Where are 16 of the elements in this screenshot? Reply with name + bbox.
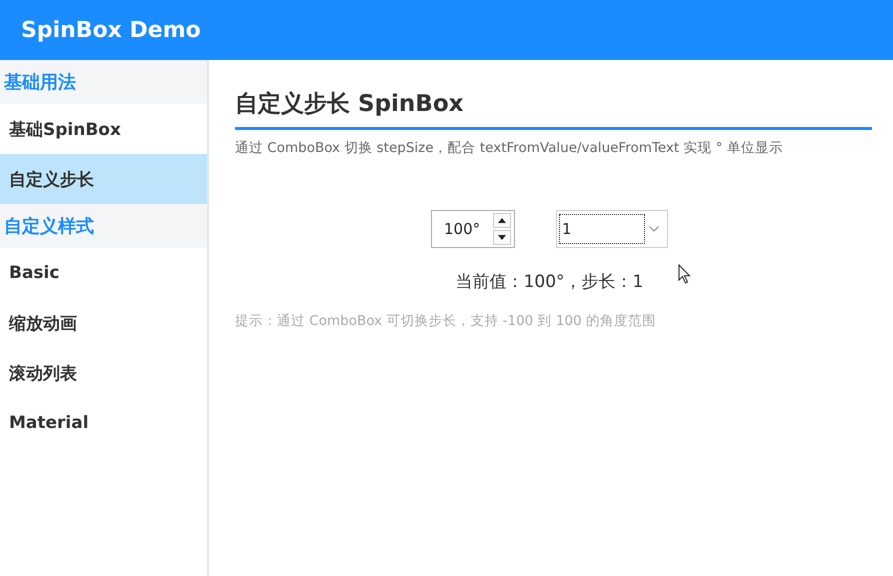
increment-button[interactable]	[493, 213, 511, 228]
step-combo-box[interactable]: 1	[556, 210, 668, 248]
app-title: SpinBox Demo	[21, 18, 201, 42]
sidebar-section-header: 基础用法	[0, 60, 207, 104]
spin-box[interactable]: 100°	[431, 210, 515, 248]
current-value-text: 当前值：100°，步长：1	[456, 271, 644, 293]
description-text: 通过 ComboBox 切换 stepSize，配合 textFromValue/valueFromText 实现 ° 单位显示	[235, 139, 784, 157]
down-triangle-icon	[498, 235, 506, 240]
up-triangle-icon	[498, 218, 506, 223]
decrement-button[interactable]	[493, 230, 511, 245]
hint-text: 提示：通过 ComboBox 可切换步长，支持 -100 到 100 的角度范围	[235, 312, 657, 330]
mouse-cursor-icon	[678, 264, 692, 285]
sidebar-section-header: 自定义样式	[0, 204, 207, 248]
sidebar-item[interactable]: 自定义步长	[0, 154, 207, 204]
page-title: 自定义步长 SpinBox	[235, 82, 872, 130]
chevron-down-icon	[649, 226, 659, 232]
